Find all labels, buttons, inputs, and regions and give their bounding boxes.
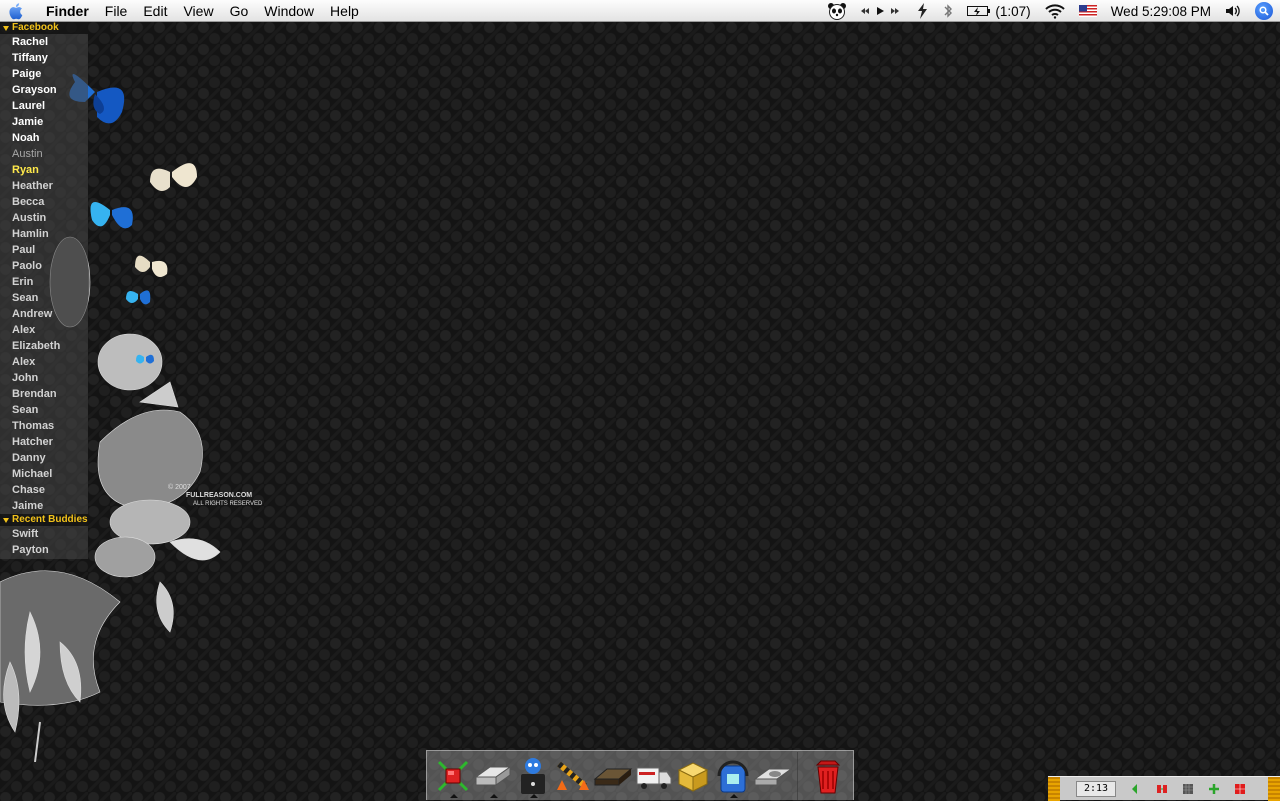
buddy-item[interactable]: Ryan xyxy=(0,162,88,178)
buddy-item[interactable]: Noah xyxy=(0,130,88,146)
network-utility-icon[interactable] xyxy=(433,754,473,798)
running-indicator xyxy=(490,793,498,798)
green-plus-icon[interactable] xyxy=(1208,783,1220,795)
buddy-item[interactable]: Alex xyxy=(0,322,88,338)
buddy-item[interactable]: Hatcher xyxy=(0,434,88,450)
menu-help[interactable]: Help xyxy=(322,0,367,22)
construction-icon[interactable] xyxy=(553,754,593,798)
buddy-item[interactable]: Michael xyxy=(0,466,88,482)
group-header-facebook[interactable]: Facebook xyxy=(0,22,88,34)
menu-edit[interactable]: Edit xyxy=(135,0,175,22)
buddy-item[interactable]: Rachel xyxy=(0,34,88,50)
buddy-item[interactable]: Jaime xyxy=(0,498,88,514)
media-controls-icon[interactable] xyxy=(854,0,908,22)
buddy-item[interactable]: Tiffany xyxy=(0,50,88,66)
dock xyxy=(426,750,854,800)
buddy-item[interactable]: Andrew xyxy=(0,306,88,322)
buddy-item[interactable]: Becca xyxy=(0,194,88,210)
menu-bar: Finder File Edit View Go Window Help (1:… xyxy=(0,0,1280,22)
buddy-item[interactable]: Hamlin xyxy=(0,226,88,242)
copyright-year: © 2007 xyxy=(168,484,191,491)
buddy-item[interactable]: Jamie xyxy=(0,114,88,130)
buddy-item[interactable]: Elizabeth xyxy=(0,338,88,354)
strip-handle-right[interactable] xyxy=(1268,776,1280,801)
buddy-item[interactable]: Paige xyxy=(0,66,88,82)
spotlight-search-icon[interactable] xyxy=(1248,0,1280,22)
vcr-icon[interactable] xyxy=(593,754,633,798)
cpu-grid-icon[interactable] xyxy=(1182,783,1194,795)
buddy-item[interactable]: Brendan xyxy=(0,386,88,402)
buddy-item[interactable]: Danny xyxy=(0,450,88,466)
buddy-item[interactable]: John xyxy=(0,370,88,386)
delivery-truck-icon[interactable] xyxy=(633,754,673,798)
buddy-item[interactable]: Heather xyxy=(0,178,88,194)
menu-view[interactable]: View xyxy=(175,0,221,22)
buddy-item[interactable]: Austin xyxy=(0,146,88,162)
volume-icon[interactable] xyxy=(1218,0,1248,22)
menu-clock[interactable]: Wed 5:29:08 PM xyxy=(1104,0,1218,22)
copyright-site: FULLREASON.COM xyxy=(186,492,253,499)
buddy-item[interactable]: Paolo xyxy=(0,258,88,274)
bluetooth-icon[interactable] xyxy=(936,0,960,22)
running-indicator xyxy=(730,793,738,798)
red-network-icon[interactable] xyxy=(1156,783,1168,795)
running-indicator xyxy=(450,793,458,798)
strip-clock[interactable]: 2:13 xyxy=(1076,780,1116,797)
buddy-item[interactable]: Laurel xyxy=(0,98,88,114)
menu-app-finder[interactable]: Finder xyxy=(34,0,97,22)
buddy-item[interactable]: Erin xyxy=(0,274,88,290)
disclosure-triangle-icon[interactable] xyxy=(3,517,9,523)
battery-time: (1:07) xyxy=(995,3,1031,19)
green-arrow-icon[interactable] xyxy=(1130,783,1142,795)
menu-window[interactable]: Window xyxy=(256,0,322,22)
dock-separator xyxy=(797,751,798,800)
drive-icon[interactable] xyxy=(473,754,513,798)
apple-menu-icon[interactable] xyxy=(0,0,34,22)
buddy-item[interactable]: Sean xyxy=(0,402,88,418)
buddy-item[interactable]: Thomas xyxy=(0,418,88,434)
us-flag-icon[interactable] xyxy=(1072,0,1104,22)
group-header-recent-buddies[interactable]: Recent Buddies xyxy=(0,514,88,526)
buddy-item[interactable]: Grayson xyxy=(0,82,88,98)
copyright-rights: ALL RIGHTS RESERVED xyxy=(193,501,263,507)
disclosure-triangle-icon[interactable] xyxy=(3,25,9,31)
backup-icon[interactable] xyxy=(713,754,753,798)
menu-go[interactable]: Go xyxy=(222,0,257,22)
battery-status[interactable]: (1:07) xyxy=(960,0,1037,22)
buddy-item[interactable]: Alex xyxy=(0,354,88,370)
wallpaper-copyright: © 2007 FULLREASON.COM ALL RIGHTS RESERVE… xyxy=(168,484,262,508)
scanner-icon[interactable] xyxy=(753,754,793,798)
buddy-item[interactable]: Swift xyxy=(0,526,88,542)
strip-handle-left[interactable] xyxy=(1048,776,1060,801)
trash-icon[interactable] xyxy=(808,754,848,798)
buddy-item[interactable]: Austin xyxy=(0,210,88,226)
script-icon[interactable] xyxy=(908,0,936,22)
group-name: Recent Buddies xyxy=(12,514,88,525)
package-icon[interactable] xyxy=(673,754,713,798)
adium-icon[interactable] xyxy=(513,754,553,798)
red-grid-icon[interactable] xyxy=(1234,783,1246,795)
running-indicator xyxy=(530,793,538,798)
menu-file[interactable]: File xyxy=(97,0,136,22)
wifi-icon[interactable] xyxy=(1038,0,1072,22)
buddy-item[interactable]: Chase xyxy=(0,482,88,498)
panda-icon[interactable] xyxy=(820,0,854,22)
menu-extras: (1:07) Wed 5:29:08 PM xyxy=(820,0,1280,22)
buddy-item[interactable]: Paul xyxy=(0,242,88,258)
buddy-item[interactable]: Sean xyxy=(0,290,88,306)
status-strip: 2:13 xyxy=(1048,776,1280,801)
buddy-list: Facebook Rachel Tiffany Paige Grayson La… xyxy=(0,22,88,559)
buddy-item[interactable]: Payton xyxy=(0,542,88,558)
group-name: Facebook xyxy=(12,22,59,33)
